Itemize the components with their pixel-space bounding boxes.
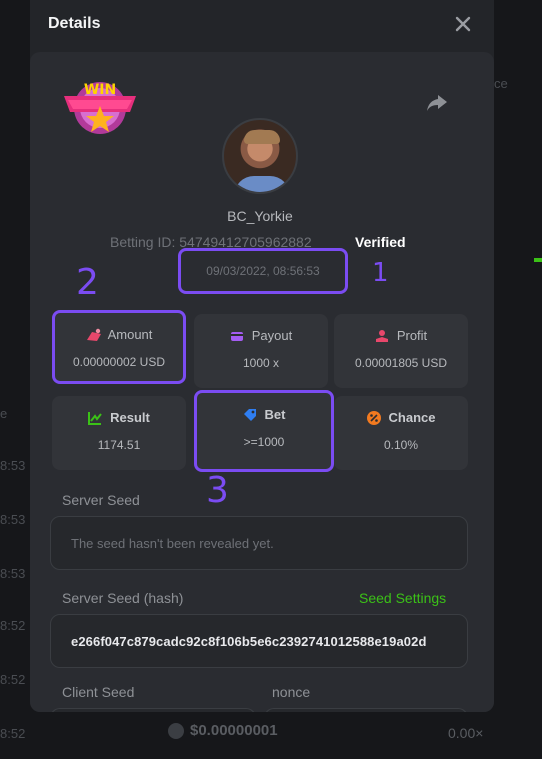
modal-title: Details	[48, 15, 101, 32]
details-card: WIN BC_Yorkie Betting ID: 54749412705962…	[30, 52, 494, 712]
stat-value: 0.00000002 USD	[72, 355, 166, 369]
background-payout: 0.00×	[448, 725, 484, 741]
client-seed-field[interactable]	[50, 708, 256, 712]
server-seed-placeholder: The seed hasn't been revealed yet.	[71, 535, 274, 551]
background-time: 8:53	[0, 566, 26, 581]
stat-result: Result 1174.51	[52, 396, 186, 470]
background-amount: $0.00000001	[168, 722, 278, 739]
stat-value: 1000 x	[242, 356, 280, 370]
chance-icon	[366, 410, 381, 425]
server-seed-hash-label: Server Seed (hash)	[62, 590, 184, 606]
verified-badge: Verified	[355, 234, 406, 250]
stat-bet: Bet >=1000	[194, 390, 334, 472]
avatar	[222, 118, 298, 194]
stat-chance: Chance 0.10%	[334, 396, 468, 470]
coin-icon	[168, 722, 184, 739]
background-time: 8:52	[0, 672, 26, 687]
stat-payout: Payout 1000 x	[194, 314, 328, 388]
avatar-hair	[244, 130, 280, 144]
payout-icon	[230, 329, 244, 343]
close-icon[interactable]	[454, 15, 472, 33]
client-seed-label: Client Seed	[62, 684, 135, 700]
username: BC_Yorkie	[227, 208, 293, 224]
background-time: 8:52	[0, 726, 26, 741]
background-fragment: ce	[494, 76, 508, 91]
stat-value: >=1000	[243, 435, 285, 449]
server-seed-hash-field[interactable]: e266f047c879cadc92c8f106b5e6c23927410125…	[50, 614, 468, 668]
amount-icon	[86, 328, 101, 342]
stat-amount: Amount 0.00000002 USD	[52, 310, 186, 384]
stat-label: Payout	[251, 328, 293, 343]
stat-value: 0.00001805 USD	[354, 356, 448, 370]
bet-datetime-value: 09/03/2022, 08:56:53	[206, 264, 320, 278]
stat-label: Result	[110, 410, 150, 425]
details-modal: Details WIN BC_Yorkie Betting ID: 547494…	[30, 0, 494, 712]
server-seed-hash-value: e266f047c879cadc92c8f106b5e6c23927410125…	[71, 633, 427, 649]
stat-label: Profit	[396, 328, 428, 343]
result-icon	[88, 411, 102, 425]
profit-icon	[375, 329, 389, 343]
seed-settings-link[interactable]: Seed Settings	[359, 590, 446, 606]
server-seed-label: Server Seed	[62, 492, 140, 508]
win-badge-icon: WIN	[64, 78, 136, 136]
share-icon[interactable]	[426, 92, 448, 114]
stat-label: Chance	[388, 410, 436, 425]
annotation-1: 1	[372, 258, 389, 288]
background-time: 8:53	[0, 512, 26, 527]
annotation-3: 3	[206, 470, 229, 511]
avatar-shirt	[234, 176, 290, 192]
background-time: 8:52	[0, 618, 26, 633]
annotation-2: 2	[76, 262, 99, 303]
server-seed-field[interactable]: The seed hasn't been revealed yet.	[50, 516, 468, 570]
background-amount-value: $0.00000001	[190, 722, 278, 739]
win-badge-text: WIN	[84, 82, 116, 98]
stat-label: Bet	[264, 407, 286, 422]
stat-value: 1174.51	[97, 438, 141, 452]
background-side-label: e	[0, 406, 8, 421]
nonce-label: nonce	[272, 684, 311, 700]
nonce-field[interactable]	[264, 708, 468, 712]
stat-label: Amount	[107, 327, 153, 342]
stat-value: 0.10%	[383, 438, 419, 452]
background-green-mark	[534, 258, 542, 262]
stat-profit: Profit 0.00001805 USD	[334, 314, 468, 388]
bet-icon	[243, 408, 257, 422]
background-time: 8:53	[0, 458, 26, 473]
modal-header: Details	[30, 0, 494, 48]
bet-datetime: 09/03/2022, 08:56:53	[178, 248, 348, 294]
